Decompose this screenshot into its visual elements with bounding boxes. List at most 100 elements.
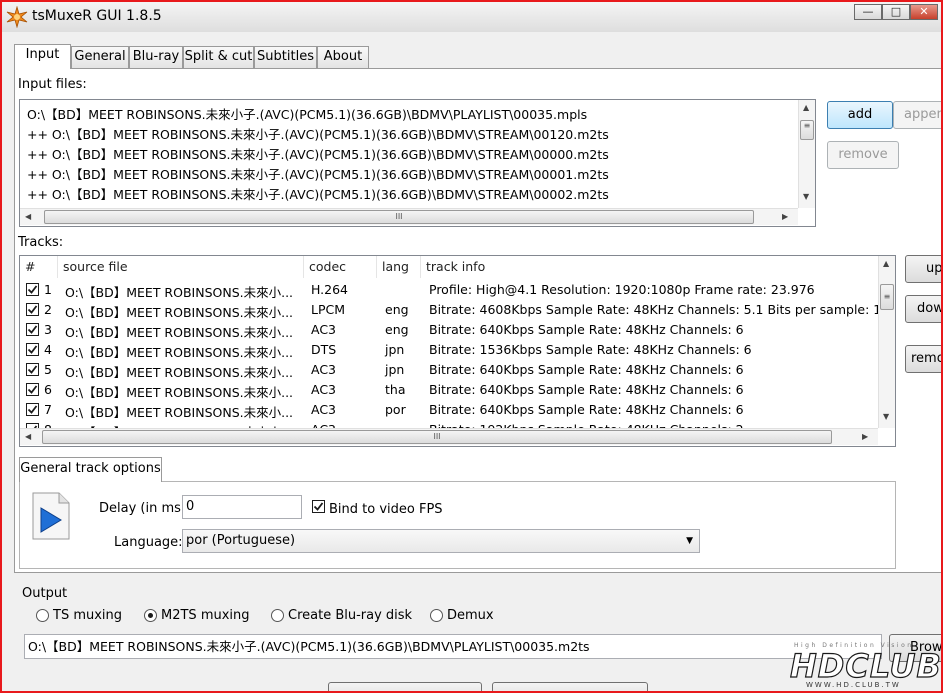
move-down-button[interactable]: down <box>905 295 941 323</box>
track-row[interactable]: 7 O:\【BD】MEET ROBINSONS.未來小... AC3 por Bitra… <box>20 400 878 420</box>
input-tab-panel: Input files: O:\【BD】MEET ROBINSONS.未來小子.… <box>14 68 941 573</box>
track-number-cell: 4 <box>44 342 52 357</box>
check-mark-icon <box>27 285 38 294</box>
m2ts-muxing-label[interactable]: M2TS muxing <box>161 608 250 623</box>
check-mark-icon <box>27 385 38 394</box>
tsmuxer-window: tsMuxeR GUI 1.8.5 — □ ✕ Input General Bl… <box>0 0 943 693</box>
ts-muxing-radio[interactable] <box>36 609 49 622</box>
scroll-thumb[interactable]: III <box>44 210 754 224</box>
scroll-down-arrow-icon[interactable]: ▼ <box>803 192 809 201</box>
track-row[interactable]: 5 O:\【BD】MEET ROBINSONS.未來小... AC3 jpn Bitra… <box>20 360 878 380</box>
tab-general[interactable]: General <box>71 46 129 68</box>
input-file-item[interactable]: ++ O:\【BD】MEET ROBINSONS.未來小子.(AVC)(PCM5… <box>27 124 609 143</box>
track-rows: 1 O:\【BD】MEET ROBINSONS.未來小... H.264 Profil… <box>20 278 878 428</box>
tab-split-cut[interactable]: Split & cut <box>183 46 254 68</box>
check-mark-icon <box>27 345 38 354</box>
bind-fps-checkbox[interactable] <box>312 500 325 513</box>
tab-blu-ray[interactable]: Blu-ray <box>129 46 183 68</box>
scroll-left-arrow-icon[interactable]: ◀ <box>25 212 31 221</box>
input-files-vertical-scrollbar[interactable]: ▲ ≡ ▼ <box>798 100 815 208</box>
track-row[interactable]: 1 O:\【BD】MEET ROBINSONS.未來小... H.264 Profil… <box>20 280 878 300</box>
tracks-horizontal-scrollbar[interactable]: ◀ III ▶ <box>20 428 878 445</box>
bind-fps-label[interactable]: Bind to video FPS <box>329 502 443 517</box>
column-header-source-file[interactable]: source file <box>58 256 304 278</box>
tracks-table[interactable]: # source file codec lang track info 1 O:\… <box>19 255 896 447</box>
start-muxing-button[interactable] <box>328 682 482 691</box>
track-codec-cell: AC3 <box>311 382 337 397</box>
track-enabled-checkbox[interactable] <box>26 323 39 336</box>
track-info-cell: Bitrate: 4608Kbps Sample Rate: 48KHz Cha… <box>429 302 878 317</box>
input-files-list[interactable]: O:\【BD】MEET ROBINSONS.未來小子.(AVC)(PCM5.1)… <box>19 99 816 227</box>
column-header-number[interactable]: # <box>20 256 58 278</box>
append-button[interactable]: append <box>893 101 941 129</box>
check-mark-icon <box>27 305 38 314</box>
minimize-button[interactable]: — <box>854 4 882 20</box>
track-source-cell: O:\【BD】MEET ROBINSONS.未來小... <box>65 325 294 340</box>
language-select[interactable]: por (Portuguese) ▼ <box>182 529 700 553</box>
track-row[interactable]: 4 O:\【BD】MEET ROBINSONS.未來小... DTS jpn Bitra… <box>20 340 878 360</box>
scroll-up-arrow-icon[interactable]: ▲ <box>883 259 889 268</box>
track-enabled-checkbox[interactable] <box>26 343 39 356</box>
track-enabled-checkbox[interactable] <box>26 303 39 316</box>
track-options-panel: Delay (in ms): 0 Bind to video FPS Langu… <box>19 481 896 569</box>
ts-muxing-label[interactable]: TS muxing <box>53 608 122 623</box>
scroll-up-arrow-icon[interactable]: ▲ <box>803 103 809 112</box>
input-file-item[interactable]: ++ O:\【BD】MEET ROBINSONS.未來小子.(AVC)(PCM5… <box>27 184 609 203</box>
delay-input[interactable]: 0 <box>182 495 302 519</box>
input-files-horizontal-scrollbar[interactable]: ◀ III ▶ <box>20 208 798 225</box>
create-blu-ray-radio[interactable] <box>271 609 284 622</box>
maximize-button[interactable]: □ <box>882 4 910 20</box>
track-codec-cell: AC3 <box>311 322 337 337</box>
tracks-table-header: # source file codec lang track info <box>20 256 878 278</box>
track-codec-cell: DTS <box>311 342 337 357</box>
remove-file-button[interactable]: remove <box>827 141 899 169</box>
input-file-item[interactable]: O:\【BD】MEET ROBINSONS.未來小子.(AVC)(PCM5.1)… <box>27 104 587 123</box>
tracks-label: Tracks: <box>18 235 64 250</box>
track-row[interactable]: 6 O:\【BD】MEET ROBINSONS.未來小... AC3 tha Bitra… <box>20 380 878 400</box>
tab-general-track-options[interactable]: General track options <box>19 457 162 482</box>
output-path-input[interactable]: O:\【BD】MEET ROBINSONS.未來小子.(AVC)(PCM5.1)… <box>24 634 882 659</box>
check-mark-icon <box>27 405 38 414</box>
scroll-right-arrow-icon[interactable]: ▶ <box>862 432 868 441</box>
close-button[interactable]: ✕ <box>910 4 938 20</box>
tab-input[interactable]: Input <box>14 44 71 69</box>
input-files-label: Input files: <box>18 77 87 92</box>
tab-about[interactable]: About <box>317 46 369 68</box>
tracks-vertical-scrollbar[interactable]: ▲ ≡ ▼ <box>878 256 895 428</box>
track-enabled-checkbox[interactable] <box>26 363 39 376</box>
track-codec-cell: LPCM <box>311 302 346 317</box>
check-mark-icon <box>313 502 324 511</box>
column-header-codec[interactable]: codec <box>304 256 377 278</box>
scroll-thumb[interactable]: ≡ <box>800 120 814 140</box>
add-button[interactable]: add <box>827 101 893 129</box>
track-row[interactable]: 8O:\【BD】MEET ROBINSONS.未來小...AC3Bitrate:… <box>20 420 878 428</box>
track-number-cell: 7 <box>44 402 52 417</box>
demux-label[interactable]: Demux <box>447 608 494 623</box>
demux-radio[interactable] <box>430 609 443 622</box>
scroll-left-arrow-icon[interactable]: ◀ <box>25 432 31 441</box>
column-header-lang[interactable]: lang <box>377 256 421 278</box>
input-file-item[interactable]: ++ O:\【BD】MEET ROBINSONS.未來小子.(AVC)(PCM5… <box>27 164 609 183</box>
title-bar[interactable]: tsMuxeR GUI 1.8.5 — □ ✕ <box>2 2 941 32</box>
track-source-cell: O:\【BD】MEET ROBINSONS.未來小... <box>65 305 294 320</box>
scroll-thumb[interactable]: III <box>42 430 832 444</box>
move-up-button[interactable]: up <box>905 255 941 283</box>
scroll-thumb[interactable]: ≡ <box>880 284 894 310</box>
track-row[interactable]: 2 O:\【BD】MEET ROBINSONS.未來小... LPCM eng Bitr… <box>20 300 878 320</box>
input-file-item[interactable]: ++ O:\【BD】MEET ROBINSONS.未來小子.(AVC)(PCM5… <box>27 144 609 163</box>
scroll-down-arrow-icon[interactable]: ▼ <box>883 412 889 421</box>
track-enabled-checkbox[interactable] <box>26 403 39 416</box>
column-header-track-info[interactable]: track info <box>421 256 878 278</box>
track-enabled-checkbox[interactable] <box>26 383 39 396</box>
tab-subtitles[interactable]: Subtitles <box>254 46 317 68</box>
track-source-cell: O:\【BD】MEET ROBINSONS.未來小... <box>65 345 294 360</box>
media-file-icon <box>32 492 70 540</box>
save-meta-file-button[interactable] <box>492 682 648 691</box>
remove-track-button[interactable]: remove <box>905 345 941 373</box>
create-blu-ray-label[interactable]: Create Blu-ray disk <box>288 608 412 623</box>
track-row[interactable]: 3 O:\【BD】MEET ROBINSONS.未來小... AC3 eng Bitra… <box>20 320 878 340</box>
track-enabled-checkbox[interactable] <box>26 283 39 296</box>
track-codec-cell: AC3 <box>311 402 337 417</box>
m2ts-muxing-radio[interactable] <box>144 609 157 622</box>
scroll-right-arrow-icon[interactable]: ▶ <box>782 212 788 221</box>
